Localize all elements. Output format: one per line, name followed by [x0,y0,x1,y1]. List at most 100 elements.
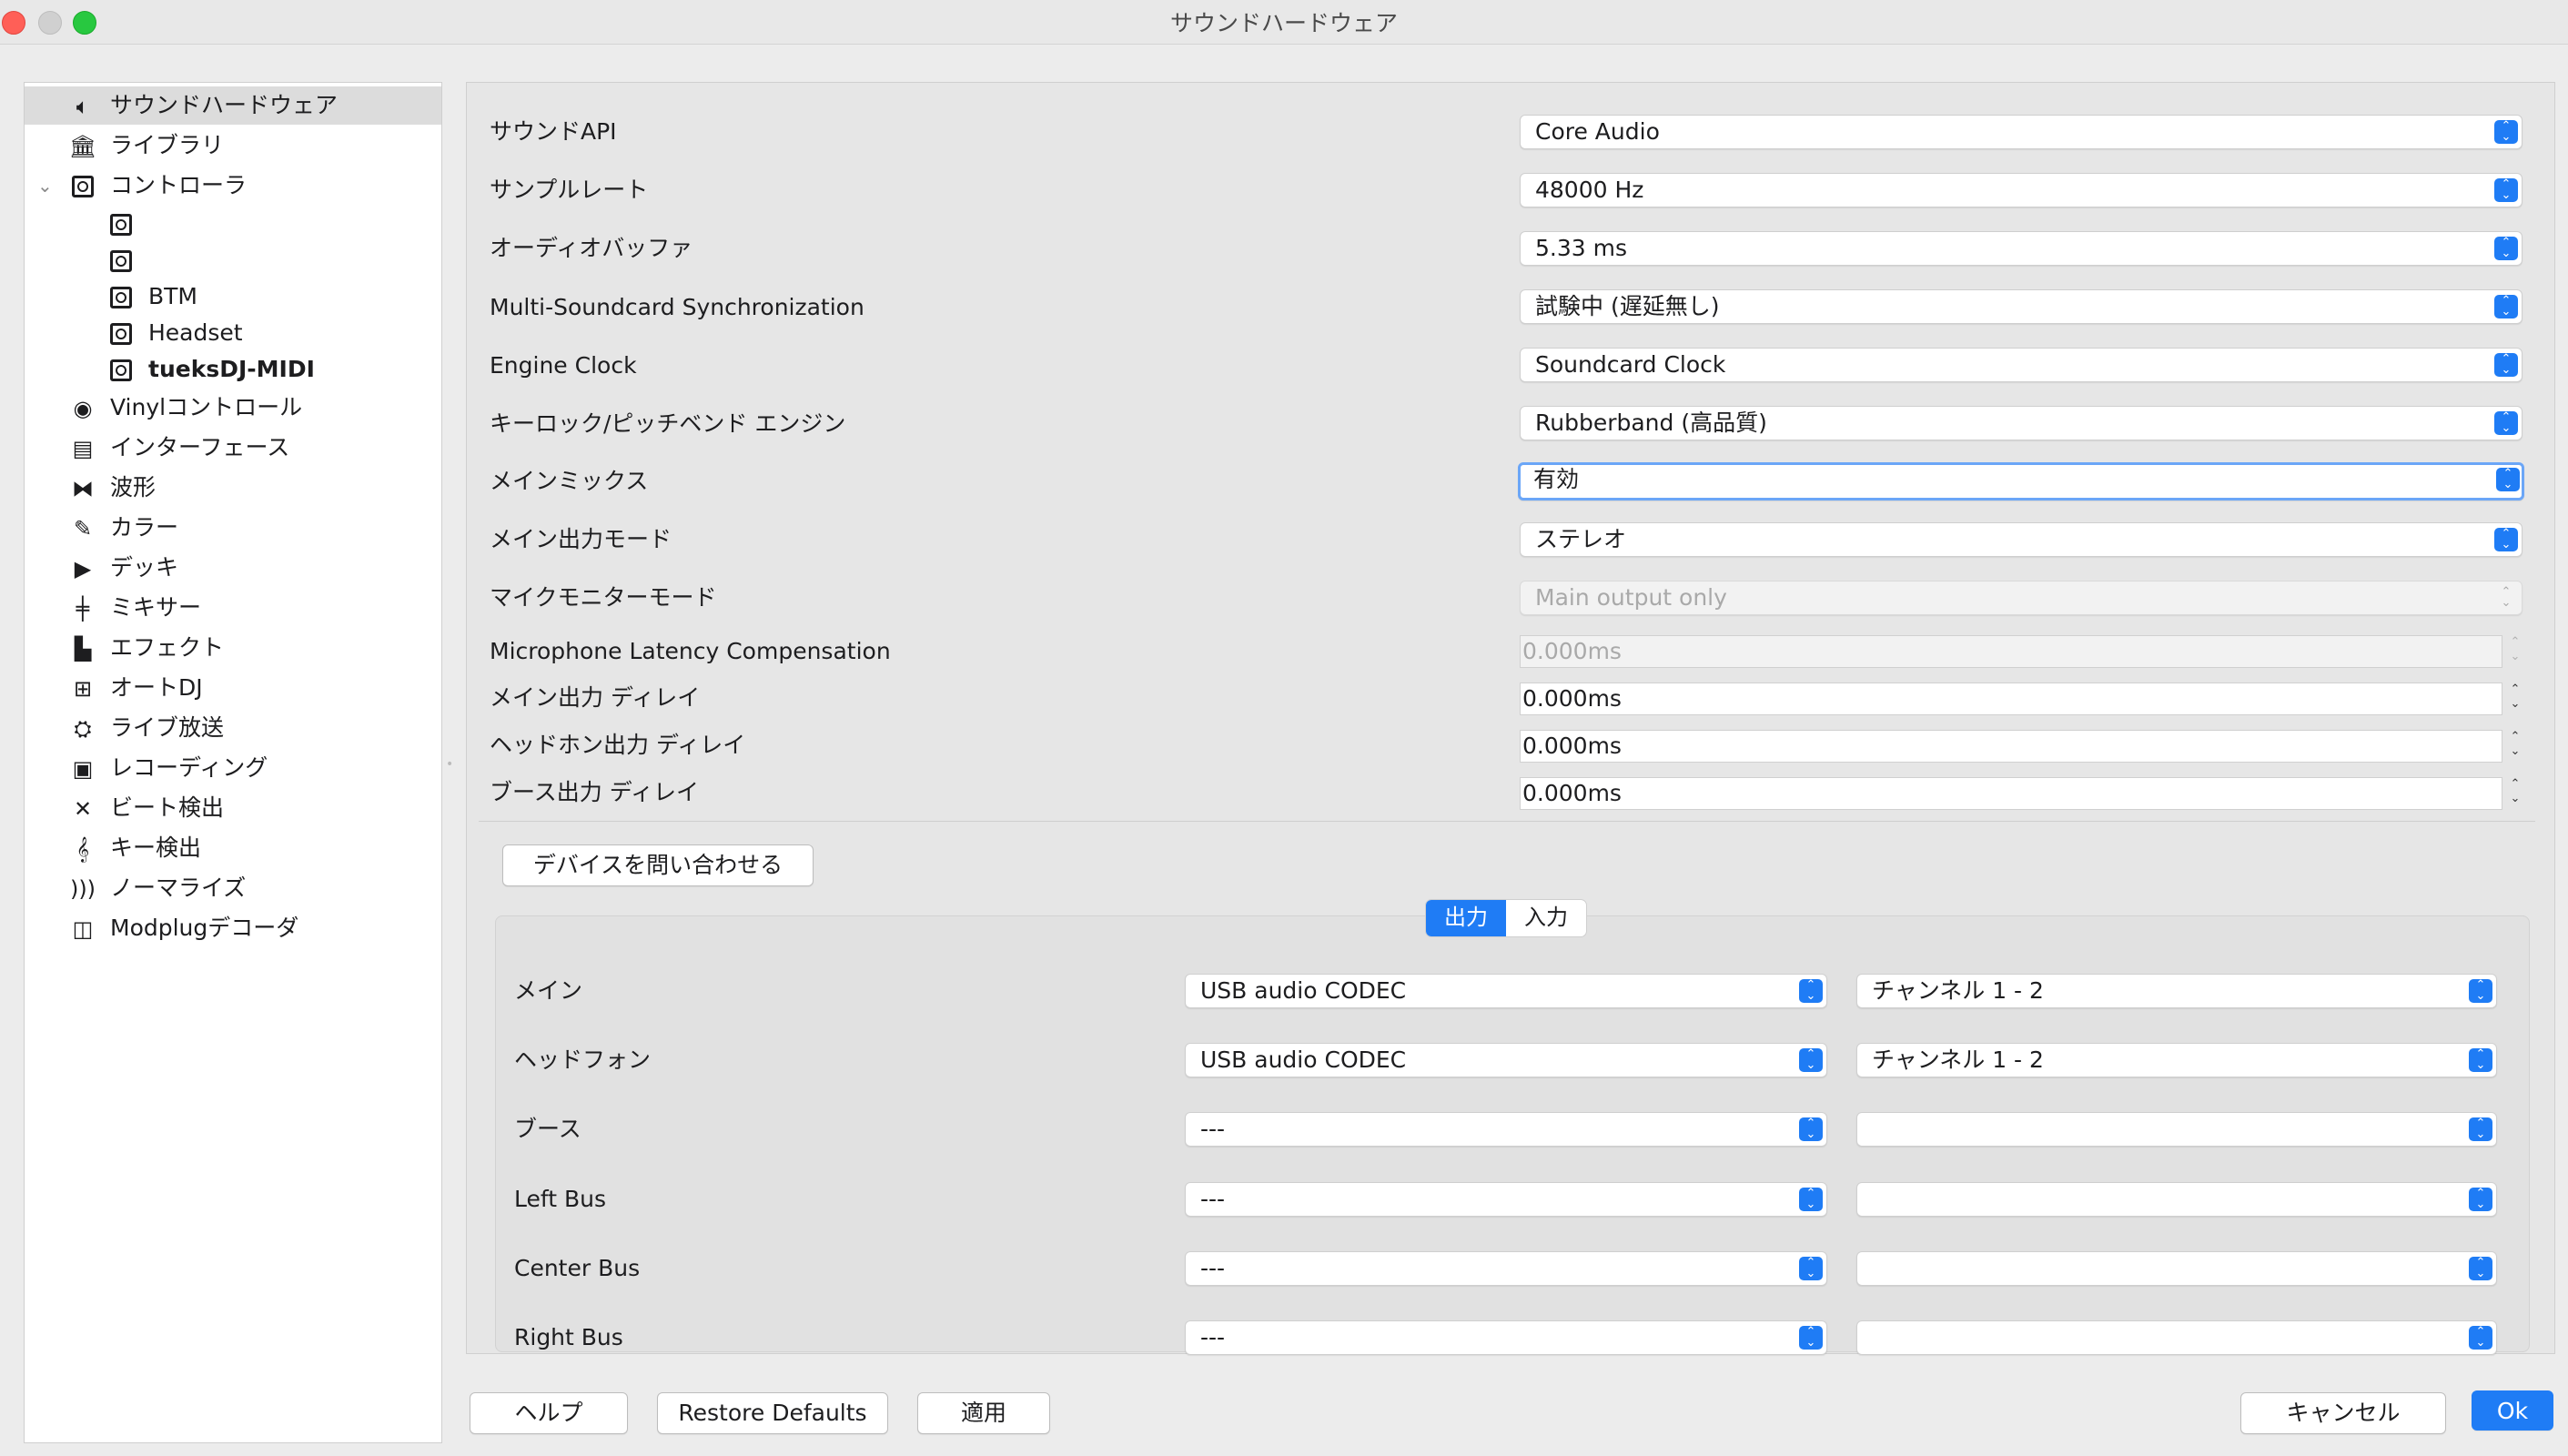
headphone-delay-input[interactable]: 0.000ms [1520,730,2502,763]
updown-chevron-icon: ⌃ ⌄ [2494,528,2518,551]
speaker-icon: 🔈︎ [76,94,90,119]
sidebar-item-sound-hardware[interactable]: 🔈︎ サウンドハードウェア [25,86,441,125]
updown-chevron-icon: ⌃ ⌄ [2469,979,2492,1003]
sidebar-item-decks[interactable]: ▶ デッキ [25,549,441,587]
color-icon: ✎ [73,516,93,541]
output-device-select-center-bus[interactable]: --- ⌃ ⌄ [1185,1251,1827,1286]
updown-chevron-icon: ⌃ ⌄ [2496,468,2520,491]
updown-chevron-icon: ⌃ ⌄ [2501,585,2512,610]
output-channel-select-left-bus[interactable]: ⌃ ⌄ [1856,1182,2497,1217]
updown-chevron-icon: ⌃ ⌄ [2494,295,2518,318]
output-device-select-left-bus[interactable]: --- ⌃ ⌄ [1185,1182,1827,1217]
sidebar-item-interface[interactable]: ▤ インターフェース [25,429,441,467]
sample-rate-select[interactable]: 48000 Hz ⌃ ⌄ [1520,173,2523,207]
sidebar-item-waveform[interactable]: ⧓ 波形 [25,469,441,507]
engine-clock-select[interactable]: Soundcard Clock ⌃ ⌄ [1520,348,2523,382]
mixer-icon: ╪ [76,596,90,622]
sidebar-item-effects[interactable]: ▙ エフェクト [25,629,441,667]
mic-monitor-mode-select[interactable]: Main output only ⌃ ⌄ [1520,581,2523,615]
multi-sync-select[interactable]: 試験中 (遅延無し) ⌃ ⌄ [1520,289,2523,324]
sidebar-item-auto-dj[interactable]: ⊞ オートDJ [25,669,441,707]
help-button[interactable]: ヘルプ [470,1392,628,1434]
sidebar-item-btm[interactable]: BTM [25,278,441,316]
query-devices-button[interactable]: デバイスを問い合わせる [502,844,814,886]
main-delay-stepper[interactable]: ⌃ ⌄ [2504,682,2526,715]
controller-icon [108,212,134,238]
output-channel-select-center-bus[interactable]: ⌃ ⌄ [1856,1251,2497,1286]
effects-icon: ▙ [74,636,92,662]
output-device-select-headphones[interactable]: USB audio CODEC ⌃ ⌄ [1185,1043,1827,1077]
engine-clock-label: Engine Clock [490,352,637,379]
output-device-select-right-bus[interactable]: --- ⌃ ⌄ [1185,1320,1827,1355]
output-channel-select-right-bus[interactable]: ⌃ ⌄ [1856,1320,2497,1355]
window-title: サウンドハードウェア [1169,10,1398,36]
tab-input[interactable]: 入力 [1506,900,1586,936]
tab-output[interactable]: 出力 [1426,900,1506,936]
sound-api-select[interactable]: Core Audio ⌃ ⌄ [1520,115,2523,149]
sidebar-item-beat-detection[interactable]: ✕ ビート検出 [25,789,441,827]
headphone-delay-stepper[interactable]: ⌃ ⌄ [2504,730,2526,763]
chevron-down-icon[interactable]: ⌄ [37,167,53,205]
audio-buffer-label: オーディオバッファ [490,235,693,261]
sidebar-item-controllers[interactable]: ⌄ コントローラ [25,167,441,205]
sidebar-item-headset[interactable]: Headset [25,314,441,352]
updown-chevron-icon: ⌃ ⌄ [2494,237,2518,260]
cancel-button[interactable]: キャンセル [2240,1392,2446,1434]
sidebar-item-modplug-decoder[interactable]: ◫ Modplugデコーダ [25,909,441,947]
main-output-mode-select[interactable]: ステレオ ⌃ ⌄ [1520,522,2523,557]
updown-chevron-icon: ⌃ ⌄ [2469,1048,2492,1072]
headphone-delay-label: ヘッドホン出力 ディレイ [490,732,746,758]
output-device-select-main[interactable]: USB audio CODEC ⌃ ⌄ [1185,974,1827,1008]
apply-button[interactable]: 適用 [917,1392,1050,1434]
controller-icon [108,321,134,347]
sidebar-item-normalize[interactable]: ))) ノーマライズ [25,869,441,907]
controller-icon [108,358,134,383]
updown-chevron-icon: ⌃ ⌄ [1799,1257,1823,1280]
output-device-select-booth[interactable]: --- ⌃ ⌄ [1185,1112,1827,1147]
restore-defaults-button[interactable]: Restore Defaults [657,1392,888,1434]
booth-delay-input[interactable]: 0.000ms [1520,777,2502,810]
recording-icon: ▣ [72,756,94,782]
mic-latency-stepper[interactable]: ⌃ ⌄ [2504,635,2526,668]
sidebar-item-vinyl-control[interactable]: ◉ Vinylコントロール [25,389,441,427]
output-label-booth: ブース [514,1116,581,1142]
keylock-engine-label: キーロック/ピッチベンド エンジン [490,410,846,437]
main-delay-label: メイン出力 ディレイ [490,684,701,711]
main-delay-input[interactable]: 0.000ms [1520,682,2502,715]
output-channel-select-booth[interactable]: ⌃ ⌄ [1856,1112,2497,1147]
output-channel-select-headphones[interactable]: チャンネル 1 - 2 ⌃ ⌄ [1856,1043,2497,1077]
sidebar-item-controller-2[interactable] [25,241,441,279]
updown-chevron-icon: ⌃ ⌄ [2494,120,2518,144]
keylock-engine-select[interactable]: Rubberband (高品質) ⌃ ⌄ [1520,406,2523,440]
section-divider [479,821,2535,822]
sidebar-item-key-detection[interactable]: 𝄞 キー検出 [25,829,441,867]
sound-api-label: サウンドAPI [490,118,617,145]
updown-chevron-icon: ⌃ ⌄ [1799,1048,1823,1072]
ok-button[interactable]: Ok [2472,1390,2553,1431]
controller-icon [108,248,134,274]
main-mix-select[interactable]: 有効 ⌃ ⌄ [1518,462,2524,500]
sidebar-item-live-broadcast[interactable]: ⛭ ライブ放送 [25,709,441,747]
vinyl-icon: ◉ [73,396,93,421]
key-icon: 𝄞 [76,836,90,862]
sidebar-item-controller-1[interactable] [25,205,441,243]
sample-rate-label: サンプルレート [490,177,649,203]
sidebar-item-color[interactable]: ✎ カラー [25,509,441,547]
output-channel-select-main[interactable]: チャンネル 1 - 2 ⌃ ⌄ [1856,974,2497,1008]
mic-latency-label: Microphone Latency Compensation [490,638,891,664]
booth-delay-label: ブース出力 ディレイ [490,779,699,805]
waveform-icon: ⧓ [72,476,94,501]
audio-buffer-select[interactable]: 5.33 ms ⌃ ⌄ [1520,231,2523,266]
sidebar-item-library[interactable]: 🏛︎ ライブラリ [25,126,441,165]
normalize-icon: ))) [69,876,96,902]
sidebar-item-tueksdj-midi[interactable]: tueksDJ-MIDI [25,350,441,389]
output-label-headphones: ヘッドフォン [514,1046,652,1073]
preferences-sidebar: 🔈︎ サウンドハードウェア 🏛︎ ライブラリ ⌄ コントローラ BTM Head… [24,82,442,1443]
splitter-handle[interactable]: • [446,757,453,772]
mic-monitor-mode-label: マイクモニターモード [490,584,717,611]
booth-delay-stepper[interactable]: ⌃ ⌄ [2504,777,2526,810]
mic-latency-input[interactable]: 0.000ms [1520,635,2502,668]
title-bar: サウンドハードウェア [0,0,2568,45]
sidebar-item-mixer[interactable]: ╪ ミキサー [25,589,441,627]
sidebar-item-recording[interactable]: ▣ レコーディング [25,749,441,787]
